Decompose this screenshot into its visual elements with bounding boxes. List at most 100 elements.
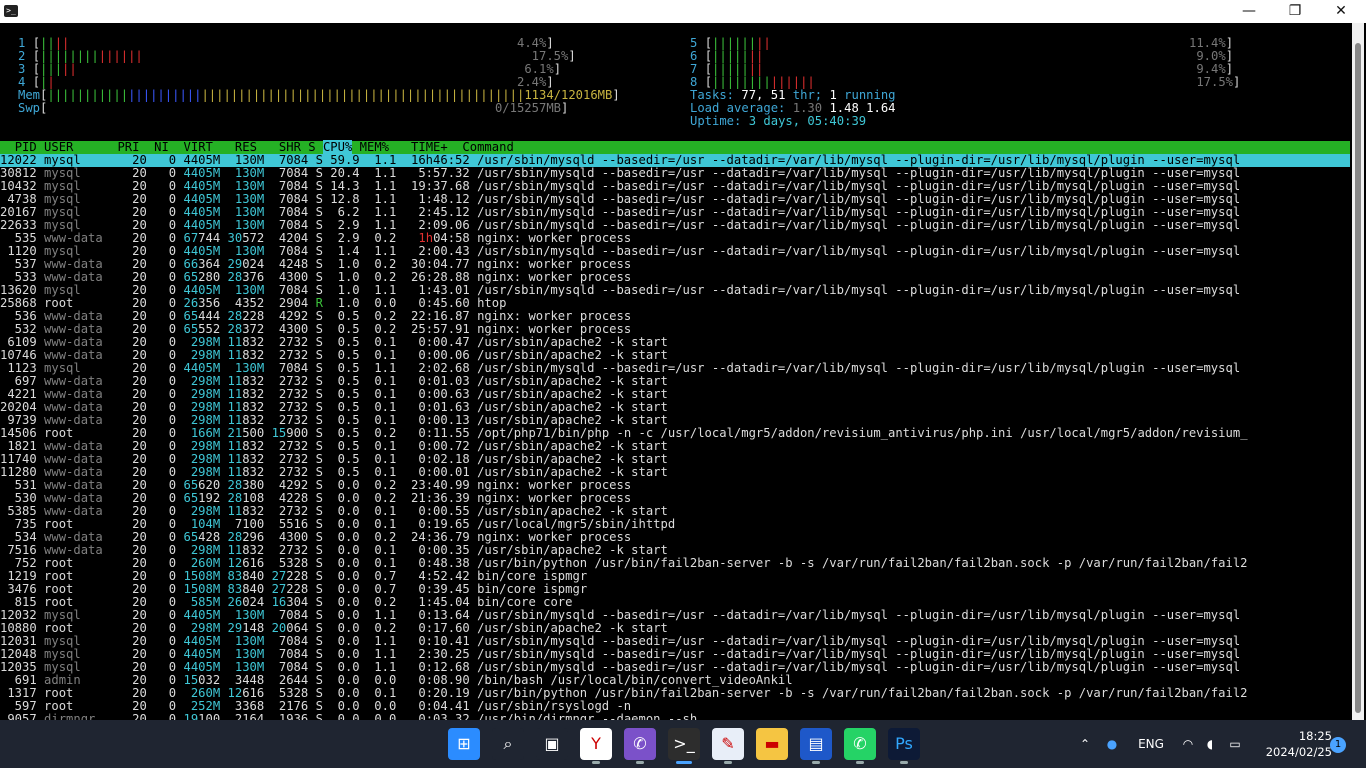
col-res[interactable]: RES	[235, 140, 257, 154]
cpu-2-label: 2	[18, 49, 26, 63]
whatsapp-icon[interactable]: ✆	[844, 728, 876, 764]
ni: 0	[154, 270, 177, 284]
virt: 252M	[183, 699, 221, 713]
process-row[interactable]: 9057 dirmngr 20 0 19100 2164 1936 S 0.0 …	[0, 712, 1350, 721]
mem-pct: 0.0	[366, 296, 397, 310]
mem-pct: 0.1	[366, 543, 397, 557]
col-pid[interactable]: PID	[0, 140, 37, 154]
time: 0:03.32	[403, 712, 470, 721]
res: 130M	[227, 166, 265, 180]
notepad-icon[interactable]: ✎	[712, 728, 744, 764]
cpu-6-label: 6	[690, 49, 698, 63]
mem-pct: 0.1	[366, 452, 397, 466]
photoshop-icon[interactable]: Ps	[888, 728, 920, 764]
pid: 3476	[0, 582, 37, 596]
user: www-data	[44, 452, 111, 466]
col-user[interactable]: USER	[44, 140, 110, 154]
battery-icon[interactable]: ▭	[1224, 720, 1246, 768]
col-virt[interactable]: VIRT	[184, 140, 213, 154]
pri: 20	[124, 621, 147, 635]
tasks-total: 77,	[741, 88, 764, 102]
shr: 4204	[271, 231, 309, 245]
pid: 12032	[0, 608, 37, 622]
virt: 65552	[183, 322, 221, 336]
notification-badge[interactable]: 1	[1330, 737, 1346, 753]
time: 5:57.32	[403, 166, 470, 180]
htop-terminal[interactable]: 1 [|||| 4.4%] 2 [|||||||||||||| 17.5%] 3…	[0, 23, 1350, 720]
cpu-pct: 0.0	[330, 582, 360, 596]
col-cpu[interactable]: CPU%	[322, 140, 353, 154]
res: 11832	[227, 400, 265, 414]
file-explorer-icon[interactable]: ▬	[756, 728, 788, 760]
scrollbar-thumb[interactable]	[1355, 43, 1361, 713]
col-pri[interactable]: PRI	[117, 140, 139, 154]
pri: 20	[124, 660, 147, 674]
save-disk-icon[interactable]: ▤	[800, 728, 832, 764]
col-shr[interactable]: SHR	[279, 140, 301, 154]
terminal-icon[interactable]: >_	[668, 728, 700, 764]
time: 0:00.01	[403, 465, 470, 479]
language-indicator[interactable]: ENG	[1134, 720, 1168, 768]
cpu-pct: 0.5	[330, 426, 360, 440]
virt: 4405M	[183, 192, 221, 206]
pri: 20	[124, 166, 147, 180]
state: S	[315, 348, 323, 362]
search-icon[interactable]: ⌕	[492, 728, 524, 760]
windows-start-icon[interactable]: ⊞	[448, 728, 480, 760]
res: 130M	[227, 660, 265, 674]
wifi-icon[interactable]: ◠	[1178, 720, 1198, 768]
terminal-scrollbar[interactable]	[1352, 23, 1364, 720]
mem-pct: 0.1	[366, 335, 397, 349]
user: mysql	[44, 218, 111, 232]
col-s[interactable]: S	[308, 140, 315, 154]
show-hidden-icons-chevron-icon[interactable]: ⌃	[1074, 720, 1096, 768]
col-mem[interactable]: MEM%	[360, 140, 389, 154]
pid: 535	[0, 231, 37, 245]
cpu-pct: 0.5	[330, 400, 360, 414]
pri: 20	[124, 205, 147, 219]
running-indicator	[856, 761, 864, 764]
minimize-button[interactable]: —	[1226, 0, 1272, 23]
res: 30572	[227, 231, 265, 245]
volume-icon[interactable]: ◖	[1200, 720, 1220, 768]
load-label: Load average:	[690, 101, 786, 115]
col-ni[interactable]: NI	[154, 140, 169, 154]
mem-pct: 1.1	[366, 283, 397, 297]
cpu-pct: 59.9	[330, 153, 360, 167]
mem-pct: 0.1	[366, 686, 397, 700]
mem-pct: 0.1	[366, 387, 397, 401]
microphone-icon[interactable]: ●	[1100, 720, 1124, 768]
col-time[interactable]: TIME+	[411, 140, 448, 154]
viber-icon[interactable]: ✆	[624, 728, 656, 764]
state: S	[315, 244, 323, 258]
pri: 20	[124, 348, 147, 362]
col-command[interactable]: Command	[462, 140, 513, 154]
ni: 0	[154, 465, 177, 479]
time: 4:52.42	[403, 569, 470, 583]
user: root	[44, 569, 111, 583]
shr: 27228	[271, 569, 309, 583]
pid: 10746	[0, 348, 37, 362]
shr: 7084	[271, 660, 309, 674]
res: 26024	[227, 595, 265, 609]
clock[interactable]: 18:25 2024/02/25	[1252, 728, 1332, 760]
user: www-data	[44, 465, 111, 479]
cpu-pct: 0.5	[330, 322, 360, 336]
state: S	[315, 309, 323, 323]
task-view-icon[interactable]: ▣	[536, 728, 568, 760]
shr: 4300	[271, 530, 309, 544]
pid: 691	[0, 673, 37, 687]
shr: 7084	[271, 634, 309, 648]
yandex-browser-icon[interactable]: Y	[580, 728, 612, 764]
virt: 19100	[183, 712, 221, 721]
mem-pct: 0.2	[367, 270, 397, 284]
maximize-button[interactable]: ❐	[1272, 0, 1318, 23]
process-list[interactable]: 12022 mysql 20 0 4405M 130M 7084 S 59.9 …	[0, 154, 1350, 720]
mem-pct: 1.1	[366, 608, 397, 622]
pri: 20	[124, 673, 147, 687]
user: www-data	[44, 335, 111, 349]
cpu-pct: 20.4	[330, 166, 360, 180]
ni: 0	[154, 166, 177, 180]
cpu-7-pct: 9.4%	[1196, 62, 1226, 76]
close-button[interactable]: ✕	[1318, 0, 1364, 23]
